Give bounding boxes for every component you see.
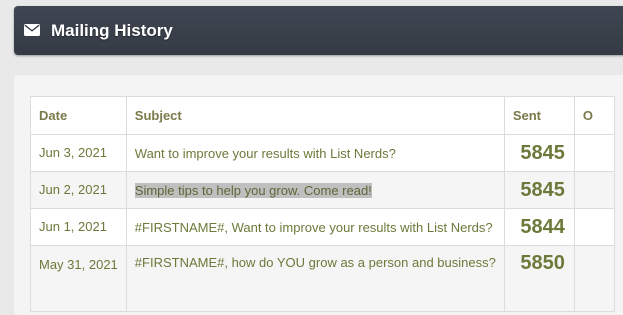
page-title: Mailing History bbox=[51, 21, 173, 40]
sent-count: 5845 bbox=[503, 171, 575, 209]
subject-cell[interactable]: Simple tips to help you grow. Come read! bbox=[125, 171, 505, 209]
column-header-opened[interactable]: O bbox=[573, 96, 615, 135]
column-header-subject[interactable]: Subject bbox=[125, 96, 505, 135]
column-header-date[interactable]: Date bbox=[30, 96, 127, 135]
table-row[interactable]: Jun 3, 2021 Want to improve your results… bbox=[30, 134, 615, 172]
column-header-sent[interactable]: Sent bbox=[503, 96, 575, 135]
extra-cell bbox=[573, 134, 615, 172]
envelope-icon bbox=[24, 24, 40, 36]
extra-cell bbox=[573, 171, 615, 209]
subject-text[interactable]: Want to improve your results with List N… bbox=[135, 146, 396, 161]
table-row[interactable]: Jun 2, 2021 Simple tips to help you grow… bbox=[30, 171, 615, 209]
table-row[interactable]: Jun 1, 2021 #FIRSTNAME#, Want to improve… bbox=[30, 208, 615, 246]
sent-count: 5845 bbox=[503, 134, 575, 172]
sent-count: 5850 bbox=[503, 245, 575, 312]
table-row[interactable]: May 31, 2021 #FIRSTNAME#, how do YOU gro… bbox=[30, 245, 615, 312]
subject-cell[interactable]: #FIRSTNAME#, how do YOU grow as a person… bbox=[125, 245, 505, 312]
subject-text[interactable]: #FIRSTNAME#, Want to improve your result… bbox=[135, 220, 493, 235]
date-cell: May 31, 2021 bbox=[30, 245, 127, 312]
table-header-row: Date Subject Sent O bbox=[30, 96, 615, 135]
date-cell: Jun 3, 2021 bbox=[30, 134, 127, 172]
mailing-history-table: Date Subject Sent O Jun 3, 2021 Want to … bbox=[30, 96, 615, 312]
subject-text-selected[interactable]: Simple tips to help you grow. Come read! bbox=[134, 182, 372, 198]
extra-cell bbox=[573, 245, 615, 312]
date-cell: Jun 2, 2021 bbox=[30, 171, 127, 209]
sent-count: 5844 bbox=[503, 208, 575, 246]
page-header: Mailing History bbox=[14, 6, 623, 55]
subject-cell[interactable]: Want to improve your results with List N… bbox=[125, 134, 505, 172]
subject-text[interactable]: #FIRSTNAME#, how do YOU grow as a person… bbox=[135, 255, 496, 270]
subject-cell[interactable]: #FIRSTNAME#, Want to improve your result… bbox=[125, 208, 505, 246]
extra-cell bbox=[573, 208, 615, 246]
date-cell: Jun 1, 2021 bbox=[30, 208, 127, 246]
